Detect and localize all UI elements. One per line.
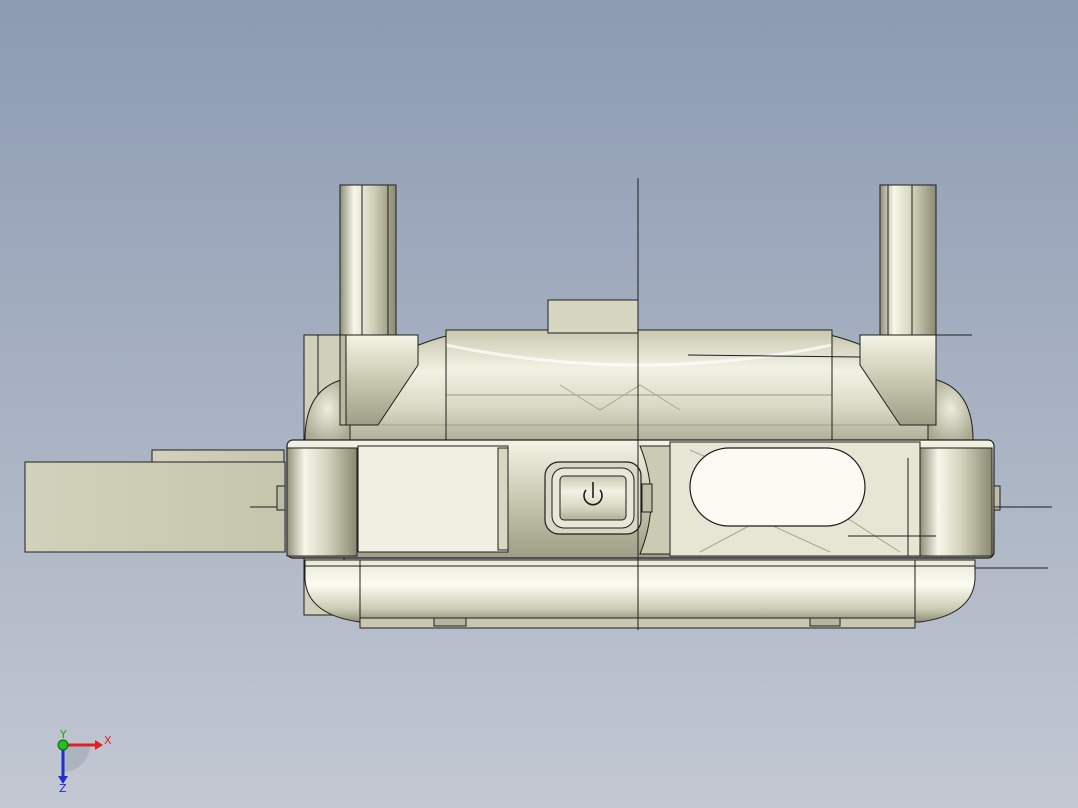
x-axis-label: X [104, 734, 112, 747]
top-center-tab [547, 299, 639, 334]
coordinate-triad: X Y Z [57, 728, 112, 795]
lower-housing [304, 559, 1048, 629]
model-canvas[interactable]: X Y Z [0, 0, 1078, 808]
top-housing [339, 329, 941, 441]
cad-viewport[interactable]: X Y Z [0, 0, 1078, 808]
status-window [689, 447, 866, 527]
antenna-right [859, 184, 972, 426]
y-axis-label: Y [59, 728, 67, 741]
z-axis-label: Z [59, 782, 67, 795]
left-connector-block [24, 449, 286, 553]
